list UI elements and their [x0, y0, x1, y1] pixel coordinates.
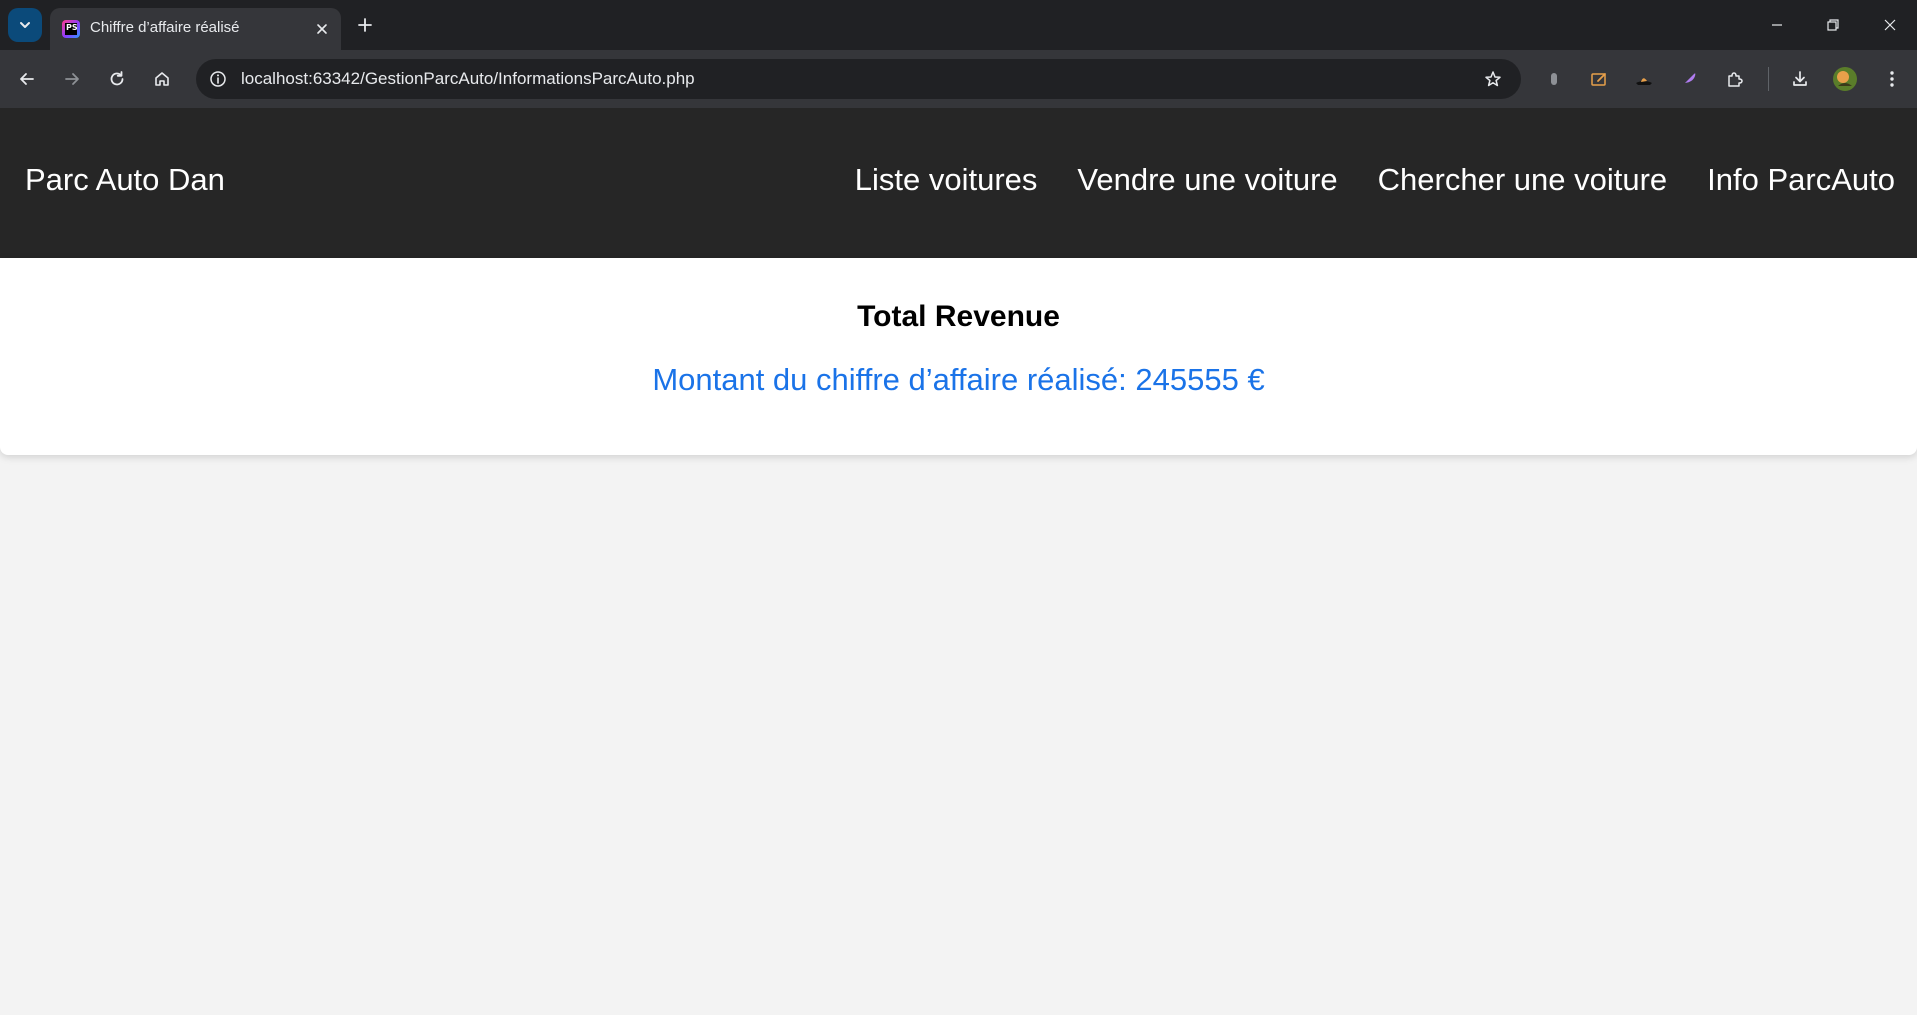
minimize-icon	[1772, 24, 1782, 26]
star-icon	[1485, 71, 1501, 87]
close-icon	[317, 24, 327, 34]
window-close-button[interactable]	[1874, 10, 1906, 40]
downloads-button[interactable]	[1784, 63, 1816, 95]
extension-hat-icon	[1636, 78, 1652, 85]
home-icon	[155, 72, 169, 86]
extension-button[interactable]	[1628, 63, 1660, 95]
extension-button[interactable]	[1538, 63, 1570, 95]
avatar	[1833, 67, 1857, 91]
page-viewport: Parc Auto Dan Liste voitures Vendre une …	[0, 108, 1917, 1015]
minimize-button[interactable]	[1761, 10, 1793, 40]
feather-icon	[1683, 73, 1696, 85]
bookmark-button[interactable]	[1479, 65, 1507, 93]
nav-link-chercher-voiture[interactable]: Chercher une voiture	[1378, 162, 1668, 198]
restore-button[interactable]	[1817, 10, 1849, 40]
extensions-menu-button[interactable]	[1719, 63, 1751, 95]
restore-icon	[1827, 19, 1839, 31]
site-info-button[interactable]	[204, 65, 232, 93]
revenue-card: Total Revenue Montant du chiffre d’affai…	[0, 258, 1917, 455]
main-nav: Liste voitures Vendre une voiture Cherch…	[855, 162, 1895, 198]
tab-search-button[interactable]	[8, 8, 42, 42]
close-icon	[1884, 19, 1896, 31]
plus-icon	[358, 18, 372, 32]
toolbar-divider	[1768, 67, 1769, 91]
back-button[interactable]	[11, 63, 43, 95]
address-bar[interactable]: localhost:63342/GestionParcAuto/Informat…	[196, 59, 1521, 99]
site-header: Parc Auto Dan Liste voitures Vendre une …	[0, 108, 1917, 258]
extension-button[interactable]	[1583, 63, 1615, 95]
info-icon	[210, 71, 226, 87]
revenue-title: Total Revenue	[857, 300, 1060, 333]
puzzle-icon	[1728, 72, 1743, 87]
active-tab[interactable]: PS Chiffre d’affaire réalisé	[50, 8, 341, 50]
arrow-left-icon	[20, 73, 34, 85]
download-icon	[1793, 71, 1807, 86]
more-vertical-icon	[1890, 71, 1894, 87]
new-tab-button[interactable]	[352, 12, 378, 38]
browser-toolbar: localhost:63342/GestionParcAuto/Informat…	[0, 50, 1917, 108]
profile-button[interactable]	[1829, 63, 1861, 95]
browser-menu-button[interactable]	[1876, 63, 1908, 95]
phpstorm-favicon-icon: PS	[62, 20, 80, 38]
browser-tab-strip: PS Chiffre d’affaire réalisé	[0, 0, 1917, 50]
nav-link-liste-voitures[interactable]: Liste voitures	[855, 162, 1038, 198]
nav-link-vendre-voiture[interactable]: Vendre une voiture	[1077, 162, 1337, 198]
extension-button[interactable]	[1673, 63, 1705, 95]
chevron-down-icon	[20, 22, 30, 28]
nav-link-info-parcauto[interactable]: Info ParcAuto	[1707, 162, 1895, 198]
reload-icon	[110, 71, 124, 86]
extension-edit-icon	[1591, 73, 1606, 86]
url-text: localhost:63342/GestionParcAuto/Informat…	[241, 69, 695, 88]
revenue-amount: Montant du chiffre d’affaire réalisé: 24…	[652, 362, 1265, 397]
tab-title: Chiffre d’affaire réalisé	[90, 19, 240, 36]
reload-button[interactable]	[101, 63, 133, 95]
extension-capsule-icon	[1551, 73, 1557, 85]
forward-button[interactable]	[56, 63, 88, 95]
arrow-right-icon	[65, 73, 79, 85]
tab-close-button[interactable]	[311, 18, 333, 40]
home-button[interactable]	[146, 63, 178, 95]
site-brand-link[interactable]: Parc Auto Dan	[25, 162, 225, 198]
